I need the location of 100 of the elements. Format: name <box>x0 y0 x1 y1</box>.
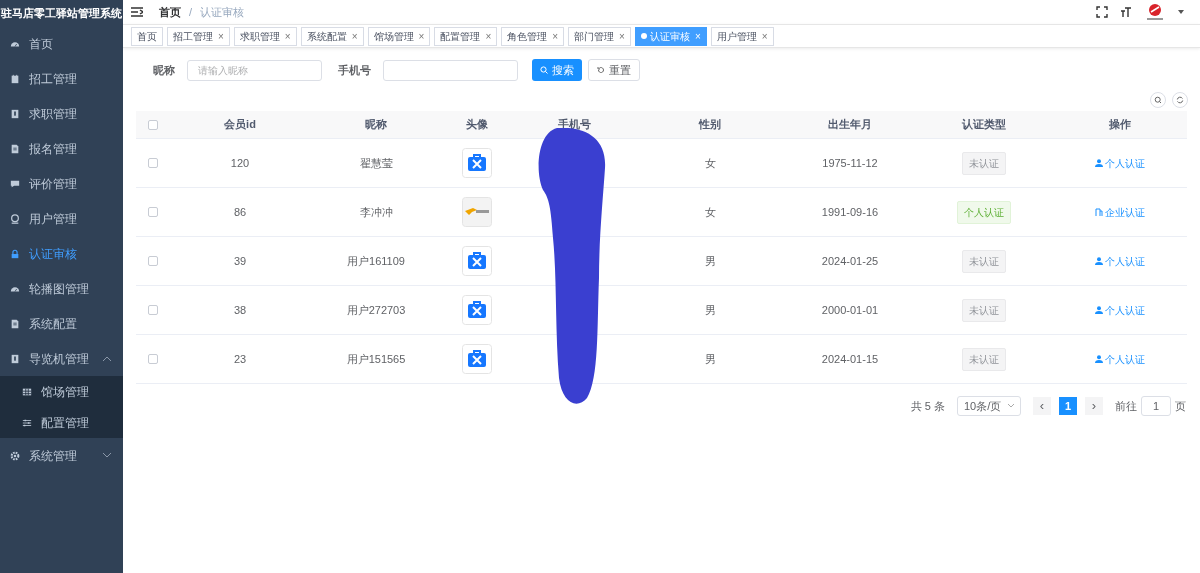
search-icon <box>540 66 548 74</box>
total-count: 共 5 条 <box>910 398 945 414</box>
refresh-icon[interactable] <box>1172 92 1188 108</box>
sidebar-item[interactable]: 馆场管理 <box>0 376 123 407</box>
chevron-icon <box>1008 404 1014 408</box>
table-cell-text: 39 <box>232 253 248 269</box>
table-cell-text: 女 <box>703 204 717 220</box>
checkbox[interactable] <box>148 354 158 364</box>
status-tag: 未认证 <box>962 347 1006 371</box>
tag-tab[interactable]: 求职管理 × <box>233 26 297 46</box>
status-tag: 未认证 <box>962 298 1006 322</box>
sidebar-item[interactable]: 导览机管理 <box>0 341 123 376</box>
fullscreen-icon[interactable] <box>1096 6 1108 18</box>
close-icon[interactable]: × <box>351 28 358 44</box>
tag-tab[interactable]: 系统配置 × <box>300 26 364 46</box>
status-tag: 未认证 <box>962 151 1006 175</box>
table-cell-text: 1975-11-12 <box>821 155 879 171</box>
table-cell-text: 120 <box>229 155 251 171</box>
page-size-select[interactable]: 10条/页 <box>957 396 1021 416</box>
document-icon <box>10 318 20 329</box>
previous-page-button[interactable]: ‹ <box>1033 397 1051 415</box>
close-icon[interactable]: × <box>619 28 625 44</box>
status-tag: 未认证 <box>962 249 1006 273</box>
text-field[interactable] <box>383 59 518 81</box>
column-header: 昵称 <box>364 117 388 133</box>
close-icon[interactable]: × <box>284 28 291 44</box>
caret-icon[interactable] <box>1178 10 1184 14</box>
action-link[interactable]: 个人认证 <box>1095 253 1145 269</box>
sliders-icon <box>22 417 32 428</box>
user-icon <box>1095 159 1103 167</box>
table-cell-text: 23 <box>232 351 248 367</box>
close-icon[interactable]: × <box>552 28 559 44</box>
text-field[interactable]: 请输入昵称 <box>187 59 322 81</box>
goto-label: 前往 <box>1115 398 1137 414</box>
tag-tab[interactable]: 首页 <box>131 26 163 46</box>
action-link[interactable]: 个人认证 <box>1095 302 1145 318</box>
sidebar-item[interactable]: 认证审核 <box>0 236 123 271</box>
action-link[interactable]: 企业认证 <box>1095 204 1145 220</box>
checkbox[interactable] <box>148 305 158 315</box>
tag-tab[interactable]: 招工管理 × <box>167 26 230 46</box>
tag-tab[interactable]: 用户管理 × <box>710 26 774 46</box>
refresh-icon <box>597 66 605 74</box>
avatar-logo-icon[interactable] <box>1144 3 1166 21</box>
sidebar-item[interactable]: 系统配置 <box>0 306 123 341</box>
close-icon[interactable]: × <box>485 28 492 44</box>
tag-tab[interactable]: 配置管理 × <box>434 26 498 46</box>
font-size-icon[interactable] <box>1120 6 1132 18</box>
table-cell-text: 用户272703 <box>345 302 407 318</box>
table-cell-text: 男 <box>703 253 717 269</box>
breadcrumb-item[interactable]: 首页 <box>159 3 181 21</box>
sidebar-item[interactable]: 轮播图管理 <box>0 271 123 306</box>
close-icon[interactable]: × <box>218 28 224 44</box>
sidebar-item[interactable]: 首页 <box>0 26 123 61</box>
building-icon <box>1095 208 1103 216</box>
checkbox[interactable] <box>148 207 158 217</box>
page-number-field[interactable]: 1 <box>1141 396 1171 416</box>
sidebar-item[interactable]: 用户管理 <box>0 201 123 236</box>
sidebar-item[interactable]: 招工管理 <box>0 61 123 96</box>
tag-tab[interactable]: 角色管理 × <box>501 26 565 46</box>
reset-button[interactable]: 重置 <box>588 59 640 81</box>
user-icon <box>10 213 20 224</box>
checkbox[interactable] <box>148 119 158 130</box>
user-icon <box>1095 355 1103 363</box>
breadcrumb-item: 认证审核 <box>200 4 245 20</box>
table-cell-text: 男 <box>703 302 717 318</box>
calendar-icon <box>10 73 20 84</box>
table-cell-text: 李冲冲 <box>358 204 394 220</box>
sidebar-item[interactable]: 报名管理 <box>0 131 123 166</box>
chat-icon <box>10 178 20 189</box>
sidebar-item[interactable]: 系统管理 <box>0 438 123 473</box>
user-icon <box>1095 257 1103 265</box>
column-header: 操作 <box>1108 117 1132 133</box>
tag-tab[interactable]: 馆场管理 × <box>367 26 431 46</box>
column-header: 性别 <box>697 117 722 133</box>
search-icon[interactable] <box>1150 92 1166 108</box>
sidebar-item[interactable]: 评价管理 <box>0 166 123 201</box>
table-cell-text: 用户151565 <box>345 351 407 367</box>
tag-tab[interactable]: 部门管理 × <box>568 26 631 46</box>
close-icon[interactable]: × <box>761 28 768 44</box>
table-cell-text: 86 <box>232 204 248 220</box>
checkbox[interactable] <box>148 256 158 266</box>
close-icon[interactable]: × <box>418 28 425 44</box>
checkbox[interactable] <box>148 158 158 168</box>
next-page-button[interactable]: › <box>1085 397 1103 415</box>
sidebar-item[interactable]: 配置管理 <box>0 407 123 438</box>
table-cell-text: 2024-01-25 <box>820 253 880 269</box>
document-icon <box>10 143 20 154</box>
settings-icon <box>10 450 20 461</box>
table-cell-text: 1991-09-16 <box>820 204 880 220</box>
column-header: 认证类型 <box>961 117 1007 133</box>
lock-icon <box>10 248 20 259</box>
action-link[interactable]: 个人认证 <box>1095 155 1145 171</box>
field-label: 手机号 <box>338 62 371 78</box>
table-cell-text: 2024-01-15 <box>820 351 880 367</box>
field-label: 昵称 <box>153 62 175 78</box>
table-cell-text: 38 <box>232 302 248 318</box>
menu-icon[interactable] <box>131 7 143 17</box>
sidebar-item[interactable]: 求职管理 <box>0 96 123 131</box>
app-title: 驻马店零工驿站管理系统 <box>0 5 123 21</box>
action-link[interactable]: 个人认证 <box>1095 351 1145 367</box>
